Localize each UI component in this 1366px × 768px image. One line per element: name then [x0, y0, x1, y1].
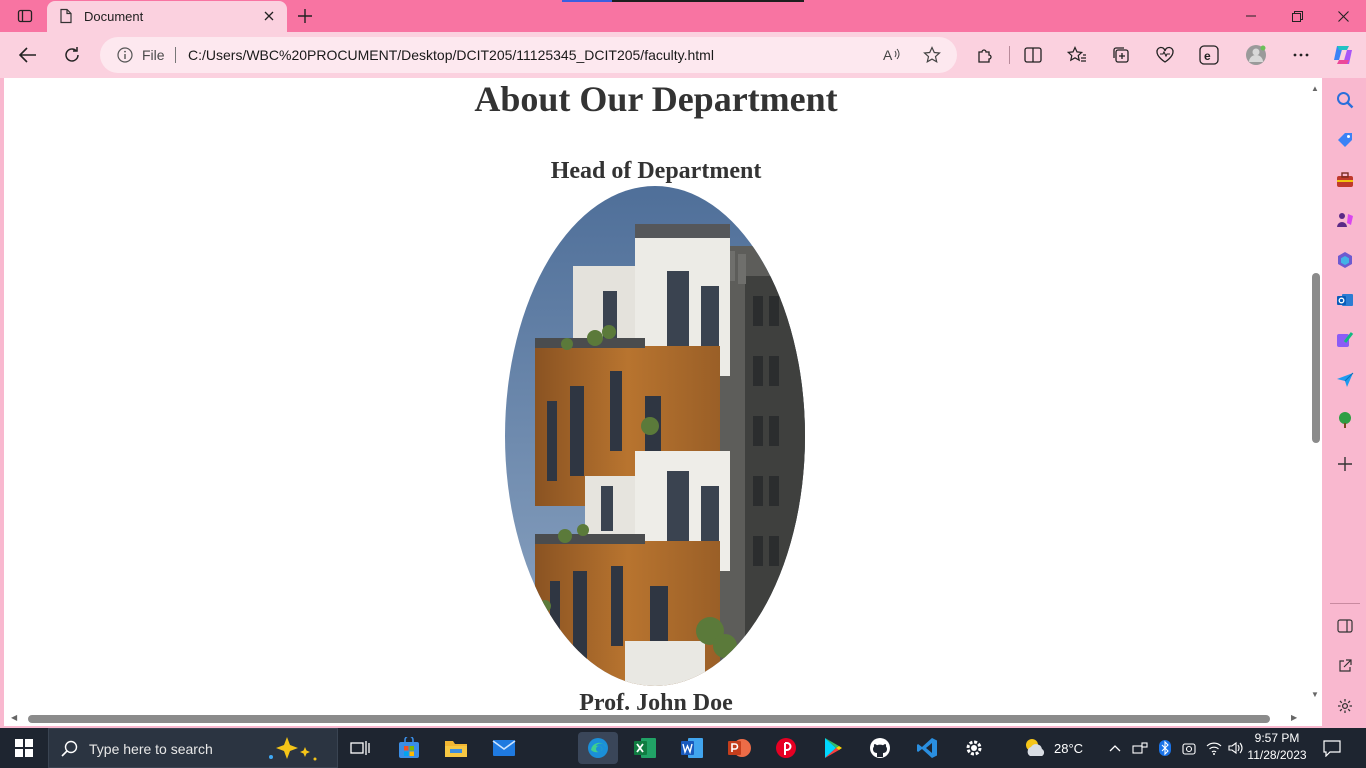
scroll-up-arrow-icon[interactable]: ▲: [1311, 84, 1319, 93]
search-icon[interactable]: [1332, 87, 1358, 113]
notifications-icon[interactable]: [1322, 728, 1342, 768]
microsoft-365-icon[interactable]: [1332, 247, 1358, 273]
favorite-star-icon[interactable]: [918, 41, 946, 69]
add-sidebar-app-icon[interactable]: [1332, 451, 1358, 477]
designer-icon[interactable]: [1332, 327, 1358, 353]
weather-widget[interactable]: 28°C: [1022, 728, 1083, 768]
vertical-scrollbar[interactable]: ▲ ▼: [1308, 78, 1322, 710]
close-tab-icon[interactable]: [259, 6, 279, 26]
bluetooth-icon[interactable]: [1158, 728, 1172, 768]
send-icon[interactable]: [1332, 367, 1358, 393]
search-highlight-icon: [265, 735, 321, 768]
ie-mode-icon[interactable]: e: [1194, 40, 1224, 70]
more-options-icon[interactable]: [1286, 40, 1316, 70]
title-drag-region: [562, 0, 804, 2]
svg-text:e: e: [1204, 49, 1211, 63]
volume-icon[interactable]: [1228, 728, 1244, 768]
scroll-right-arrow-icon[interactable]: ▶: [1291, 713, 1297, 722]
address-bar[interactable]: File C:/Users/WBC%20PROCUMENT/Desktop/DC…: [100, 37, 957, 73]
search-magnifier-icon: [61, 740, 79, 763]
collections-icon[interactable]: [1106, 40, 1136, 70]
wifi-icon[interactable]: [1206, 728, 1222, 768]
sidebar-divider: [1330, 603, 1360, 604]
scroll-down-arrow-icon[interactable]: ▼: [1311, 690, 1319, 699]
show-hidden-icons-chevron-up-icon[interactable]: [1109, 728, 1121, 768]
edge-browser-icon[interactable]: [578, 732, 618, 764]
edge-sidebar: [1324, 78, 1366, 728]
split-screen-icon[interactable]: [1018, 40, 1048, 70]
powerpoint-icon[interactable]: [719, 732, 759, 764]
minimize-button[interactable]: [1228, 0, 1274, 32]
windows-taskbar: Type here to search 28°C 9:57 PM 11/28/2…: [0, 728, 1366, 768]
weather-partly-cloudy-icon: [1022, 736, 1048, 761]
head-of-department-photo: [505, 186, 805, 686]
refresh-button[interactable]: [56, 39, 88, 71]
horizontal-scrollbar[interactable]: ◀ ▶: [4, 710, 1308, 726]
url-text[interactable]: C:/Users/WBC%20PROCUMENT/Desktop/DCIT205…: [188, 47, 714, 63]
github-desktop-icon[interactable]: [860, 732, 900, 764]
browser-essentials-icon[interactable]: [1150, 40, 1180, 70]
page-title: About Our Department: [474, 79, 838, 119]
head-name: Prof. John Doe: [579, 690, 733, 710]
tab-actions-icon[interactable]: [12, 0, 38, 32]
word-icon[interactable]: [672, 732, 712, 764]
outlook-icon[interactable]: [1332, 287, 1358, 313]
address-divider: [175, 47, 176, 63]
games-icon[interactable]: [1332, 207, 1358, 233]
title-bar: Document: [0, 0, 1366, 32]
restore-button[interactable]: [1274, 0, 1320, 32]
taskbar-search-box[interactable]: Type here to search: [48, 728, 338, 768]
info-icon[interactable]: [117, 47, 133, 68]
page-body: About Our Department Head of Department: [4, 78, 1308, 710]
section-title: Head of Department: [550, 158, 762, 184]
web-content: About Our Department Head of Department: [4, 78, 1322, 726]
profile-avatar[interactable]: [1241, 40, 1271, 70]
shopping-tag-icon[interactable]: [1332, 127, 1358, 153]
task-view-icon[interactable]: [340, 732, 380, 764]
excel-icon[interactable]: [625, 732, 665, 764]
vertical-scroll-thumb[interactable]: [1312, 273, 1320, 443]
tree-icon[interactable]: [1332, 407, 1358, 433]
settings-gear-icon[interactable]: [954, 732, 994, 764]
google-play-icon[interactable]: [813, 732, 853, 764]
toolbar-divider: [1009, 46, 1010, 64]
close-window-button[interactable]: [1320, 0, 1366, 32]
mail-icon[interactable]: [484, 732, 524, 764]
copilot-icon[interactable]: [1328, 40, 1358, 70]
new-tab-button[interactable]: [292, 4, 318, 28]
vs-code-icon[interactable]: [907, 732, 947, 764]
scheme-label: File: [142, 47, 165, 63]
file-explorer-icon[interactable]: [436, 732, 476, 764]
back-button[interactable]: [12, 39, 44, 71]
microsoft-store-icon[interactable]: [389, 732, 429, 764]
read-aloud-icon[interactable]: A: [878, 41, 906, 69]
pinterest-icon[interactable]: [766, 732, 806, 764]
tools-briefcase-icon[interactable]: [1332, 167, 1358, 193]
tab-document[interactable]: Document: [47, 1, 287, 32]
scroll-left-arrow-icon[interactable]: ◀: [11, 713, 17, 722]
browser-toolbar: File C:/Users/WBC%20PROCUMENT/Desktop/DC…: [0, 32, 1366, 78]
search-placeholder: Type here to search: [89, 741, 213, 757]
open-external-icon[interactable]: [1332, 653, 1358, 679]
weather-temperature: 28°C: [1054, 740, 1084, 756]
hide-sidebar-icon[interactable]: [1332, 613, 1358, 639]
clock-time: 9:57 PM: [1254, 731, 1300, 745]
taskbar-clock[interactable]: 9:57 PM 11/28/2023: [1246, 730, 1308, 764]
page-icon: [59, 8, 73, 29]
tab-title: Document: [84, 9, 144, 24]
start-windows-icon[interactable]: [4, 732, 44, 764]
extensions-icon[interactable]: [970, 40, 1000, 70]
clock-date: 11/28/2023: [1247, 748, 1307, 762]
network-device-icon[interactable]: [1132, 728, 1148, 768]
svg-text:A: A: [883, 47, 893, 63]
sidebar-settings-gear-icon[interactable]: [1332, 693, 1358, 719]
favorites-icon[interactable]: [1062, 40, 1092, 70]
camera-icon[interactable]: [1182, 728, 1196, 768]
horizontal-scroll-thumb[interactable]: [28, 715, 1270, 723]
